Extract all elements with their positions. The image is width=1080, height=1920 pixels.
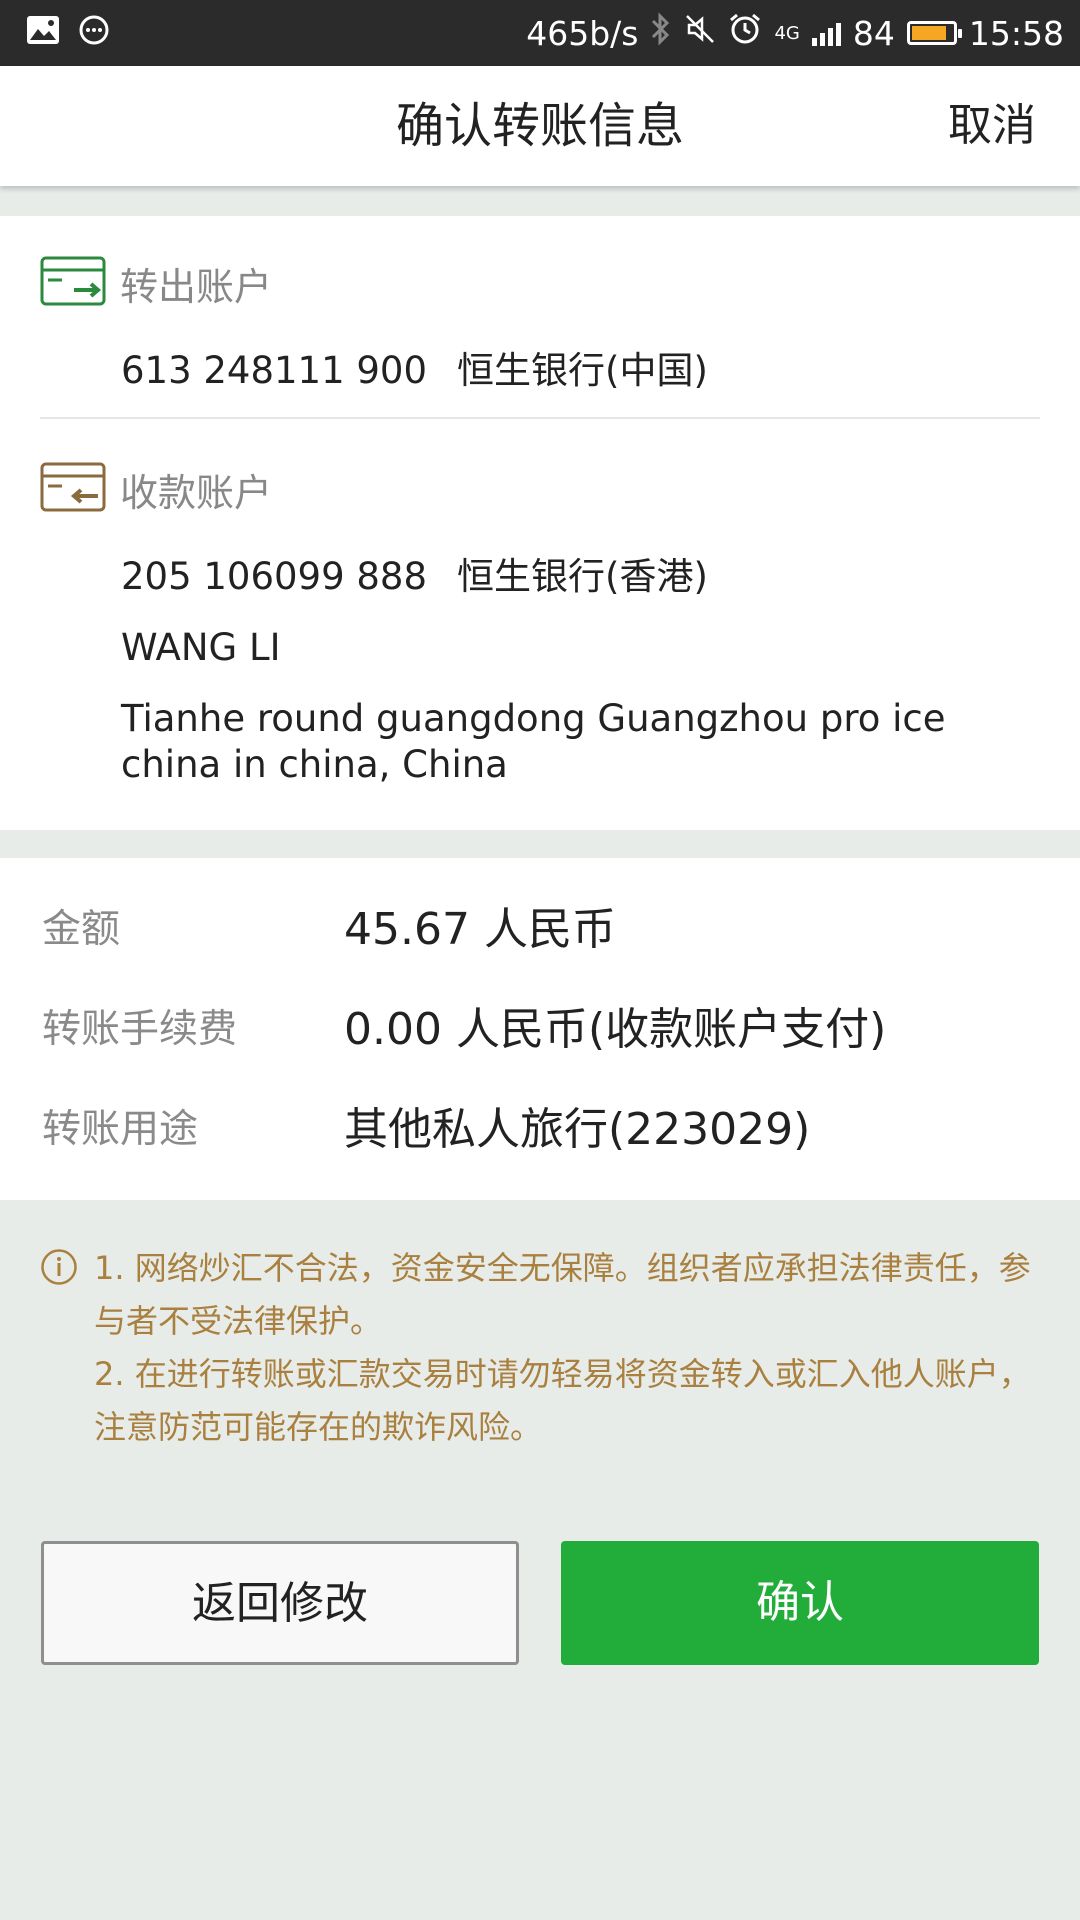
account-card: 转出账户 613 248111 900 恒生银行(中国) 收款账户 205 106… <box>0 216 1080 830</box>
image-notification-icon <box>26 15 60 49</box>
status-bar: 465b/s 4G 84 15:58 <box>0 0 1080 66</box>
divider <box>40 417 1040 419</box>
to-account-number: 205 106099 888 <box>121 555 428 598</box>
detail-row-amount: 金额 45.67 人民币 <box>0 890 1080 970</box>
purpose-label: 转账用途 <box>42 1107 199 1152</box>
risk-warning: 1. 网络炒汇不合法，资金安全无保障。组织者应承担法律责任，参与者不受法律保护。… <box>40 1242 1040 1454</box>
transfer-details-card: 金额 45.67 人民币 转账手续费 0.00 人民币(收款账户支付) 转账用途… <box>0 858 1080 1200</box>
fee-label: 转账手续费 <box>42 1007 238 1052</box>
signal-icon <box>811 20 841 46</box>
detail-row-purpose: 转账用途 其他私人旅行(223029) <box>0 1090 1080 1170</box>
to-account-header: 收款账户 <box>40 460 272 518</box>
card-transfer-out-icon <box>40 254 106 312</box>
purpose-value: 其他私人旅行(223029) <box>344 1104 811 1155</box>
from-account-line: 613 248111 900 恒生银行(中国) <box>121 340 708 394</box>
to-account-bank: 恒生银行(香港) <box>457 555 708 598</box>
title-bar: 确认转账信息 取消 <box>0 66 1080 186</box>
battery-percent: 84 <box>852 13 895 53</box>
bluetooth-icon <box>650 12 672 54</box>
warning-line-2: 2. 在进行转账或汇款交易时请勿轻易将资金转入或汇入他人账户，注意防范可能存在的… <box>94 1355 1031 1446</box>
battery-icon <box>906 21 962 45</box>
from-account-bank: 恒生银行(中国) <box>457 349 708 392</box>
from-account-header: 转出账户 <box>40 254 272 312</box>
page-title: 确认转账信息 <box>395 98 684 154</box>
amount-value: 45.67 人民币 <box>344 904 616 955</box>
confirm-button[interactable]: 确认 <box>561 1541 1039 1665</box>
cancel-button[interactable]: 取消 <box>948 66 1036 186</box>
message-notification-icon <box>78 14 110 50</box>
from-account-label: 转出账户 <box>120 264 273 309</box>
back-edit-button[interactable]: 返回修改 <box>41 1541 519 1665</box>
alarm-icon <box>728 12 762 54</box>
network-type: 4G <box>774 22 800 44</box>
payee-address: Tianhe round guangdong Guangzhou pro ice… <box>121 697 946 786</box>
info-icon <box>40 1248 77 1285</box>
amount-label: 金额 <box>42 907 121 952</box>
to-account-label: 收款账户 <box>120 470 273 515</box>
detail-row-fee: 转账手续费 0.00 人民币(收款账户支付) <box>0 990 1080 1070</box>
card-transfer-in-icon <box>40 460 106 518</box>
warning-line-1: 1. 网络炒汇不合法，资金安全无保障。组织者应承担法律责任，参与者不受法律保护。 <box>94 1249 1031 1340</box>
clock: 15:58 <box>968 13 1064 53</box>
from-account-number: 613 248111 900 <box>121 349 428 392</box>
mute-icon <box>684 13 716 53</box>
to-account-line: 205 106099 888 恒生银行(香港) <box>121 546 708 600</box>
payee-name: WANG LI <box>121 626 281 669</box>
fee-value: 0.00 人民币(收款账户支付) <box>344 1004 887 1055</box>
network-speed: 465b/s <box>526 13 639 53</box>
